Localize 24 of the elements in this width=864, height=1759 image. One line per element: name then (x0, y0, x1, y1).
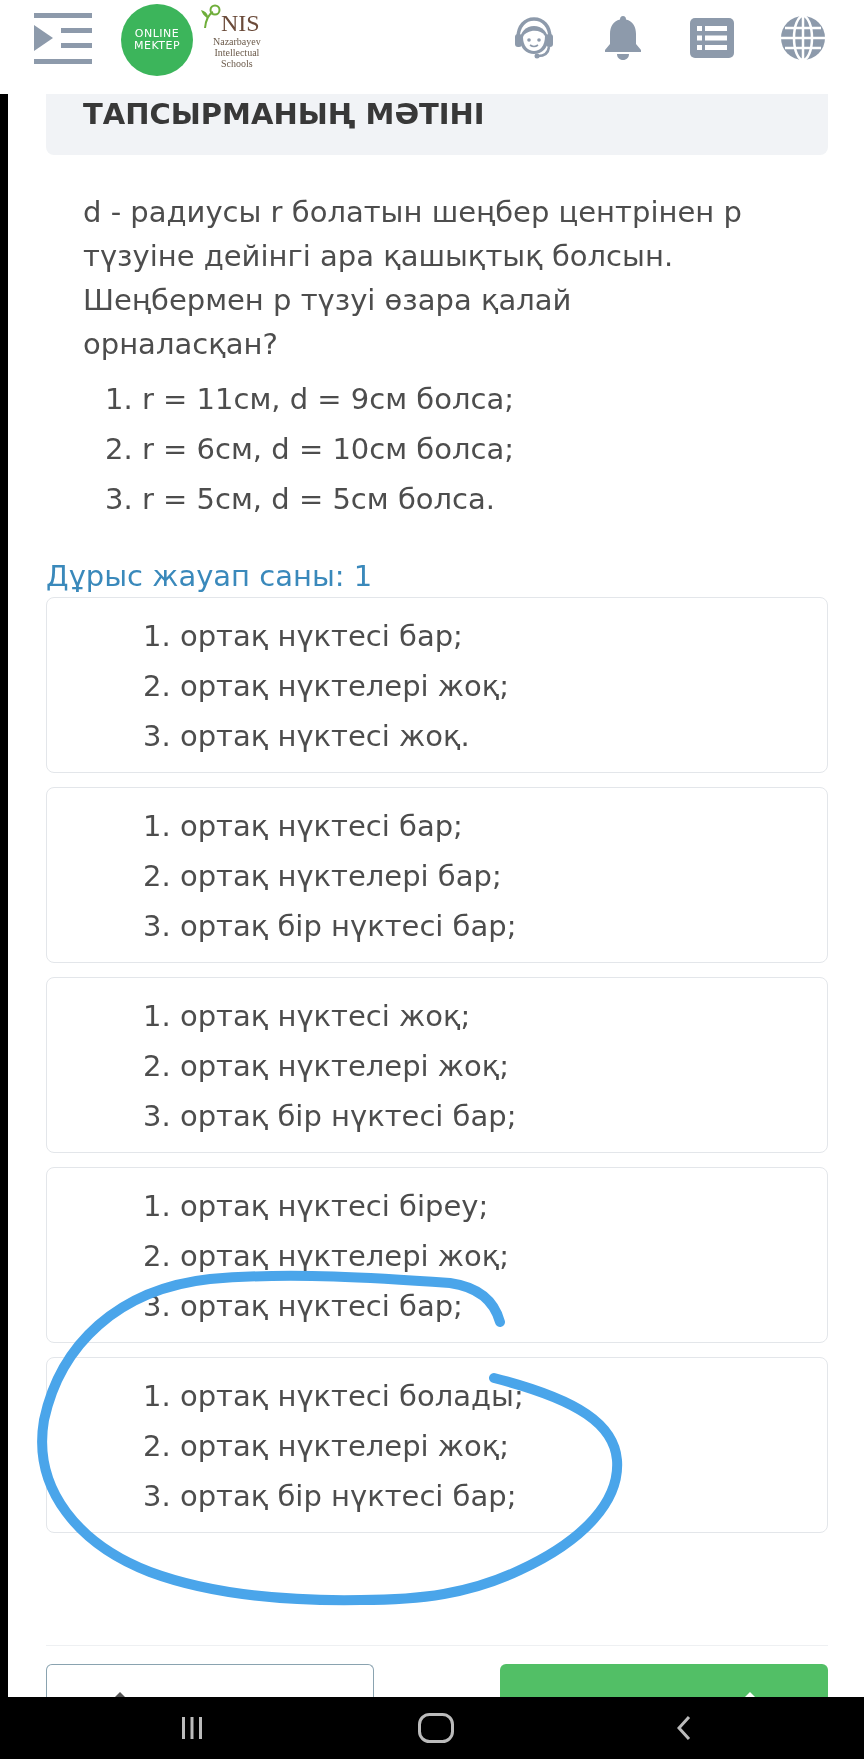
logo-title: NIS (221, 10, 260, 36)
answer-option[interactable]: 1. ортақ нүктесі жоқ; 2. ортақ нүктелері жоқ; 3. ортақ бір нүктесі бар; (46, 977, 828, 1153)
case-item: 1. r = 11см, d = 9см болса; (105, 381, 514, 418)
task-heading: ТАПСЫРМАНЫҢ МӘТІНІ (83, 96, 485, 133)
list-icon[interactable] (690, 18, 734, 58)
sprout-icon (201, 4, 221, 28)
triangle-icon (115, 1692, 125, 1697)
recents-icon[interactable] (181, 1717, 203, 1739)
triangle-icon (745, 1692, 755, 1697)
support-agent-icon[interactable] (512, 16, 556, 60)
home-icon[interactable] (418, 1713, 454, 1743)
case-item: 3. r = 5см, d = 5см болса. (105, 481, 495, 518)
correct-answer-count: Дұрыс жауап саны: 1 (46, 558, 373, 595)
previous-button[interactable] (46, 1664, 374, 1697)
back-icon[interactable] (677, 1715, 691, 1741)
case-item: 2. r = 6см, d = 10см болса; (105, 431, 514, 468)
answer-option[interactable]: 1. ортақ нүктесі болады; 2. ортақ нүктелері жоқ; 3. ортақ бір нүктесі бар; (46, 1357, 828, 1533)
question-text: d - радиусы r болатын шеңбер центрінен р түзуіне дейінгі ара қашықтық болсын. Шеңбермен р түзуі өзара қалай орналасқан? (83, 194, 743, 363)
answer-option[interactable]: 1. ортақ нүктесі бар; 2. ортақ нүктелері жоқ; 3. ортақ нүктесі жоқ. (46, 597, 828, 773)
menu-icon[interactable] (34, 13, 92, 64)
globe-icon[interactable] (781, 16, 825, 60)
bell-icon[interactable] (603, 16, 643, 60)
answer-option[interactable]: 1. ортақ нүктесі бар; 2. ортақ нүктелері бар; 3. ортақ бір нүктесі бар; (46, 787, 828, 963)
logo-subtitle: Nazarbayev Intellectual Schools (213, 36, 261, 69)
